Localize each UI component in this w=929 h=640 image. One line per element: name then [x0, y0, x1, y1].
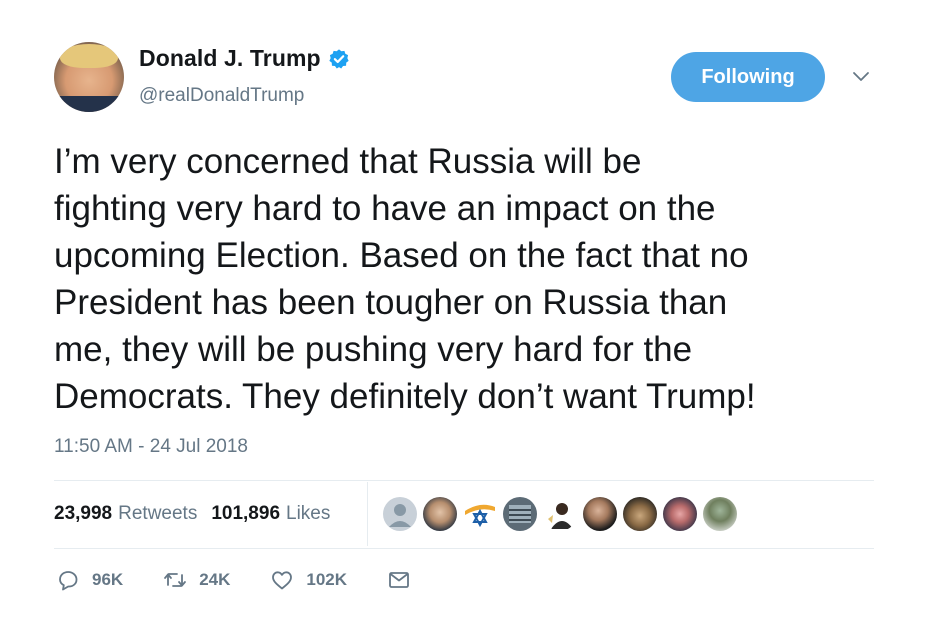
avatar[interactable]	[54, 42, 124, 112]
direct-message-action[interactable]	[387, 568, 411, 592]
likes-label[interactable]: Likes	[286, 503, 330, 525]
tweet-text-line: President has been tougher on Russia tha…	[54, 283, 728, 322]
liker-avatar[interactable]	[543, 497, 577, 531]
retweet-action[interactable]: 24K	[163, 568, 230, 592]
tweet-text-line: fighting very hard to have an impact on …	[54, 189, 716, 228]
tweet-actions: 96K 24K 102K	[56, 568, 451, 592]
heart-icon[interactable]	[270, 568, 294, 592]
liker-avatar[interactable]	[703, 497, 737, 531]
reply-icon[interactable]	[56, 568, 80, 592]
divider-top	[54, 480, 874, 481]
liker-avatar[interactable]	[623, 497, 657, 531]
default-profile-icon	[389, 504, 411, 527]
tweet-text-line: Democrats. They definitely don’t want Tr…	[54, 377, 756, 416]
envelope-icon[interactable]	[387, 568, 411, 592]
reply-count: 96K	[92, 570, 124, 589]
liker-avatar[interactable]	[503, 497, 537, 531]
chevron-down-icon[interactable]	[851, 67, 871, 87]
divider-bottom	[54, 548, 874, 549]
avatar-hair	[60, 44, 118, 68]
tweet-timestamp[interactable]: 11:50 AM - 24 Jul 2018	[54, 436, 248, 458]
retweets-count[interactable]: 23,998	[54, 503, 112, 525]
silhouette-icon	[548, 503, 573, 529]
like-action[interactable]: 102K	[270, 568, 347, 592]
tweet-text-line: me, they will be pushing very hard for t…	[54, 330, 693, 369]
liker-avatar[interactable]	[463, 497, 497, 531]
retweet-count: 24K	[199, 570, 231, 589]
author-display-name[interactable]: Donald J. Trump	[139, 45, 321, 72]
tweet-page: Donald J. Trump @realDonaldTrump Followi…	[0, 0, 929, 640]
likes-count[interactable]: 101,896	[211, 503, 280, 525]
verified-badge-icon	[329, 48, 349, 68]
liker-avatars	[383, 497, 743, 531]
tweet-text-line: upcoming Election. Based on the fact tha…	[54, 236, 749, 275]
tweet-text-line: I’m very concerned that Russia will be	[54, 142, 642, 181]
avatar-suit	[54, 96, 124, 112]
author-handle[interactable]: @realDonaldTrump	[139, 85, 304, 107]
tweet-stats: 23,998 Retweets 101,896 Likes	[54, 503, 330, 525]
liker-avatar[interactable]	[663, 497, 697, 531]
following-button[interactable]: Following	[671, 52, 825, 102]
star-flag-icon	[465, 504, 495, 528]
liker-avatar[interactable]	[383, 497, 417, 531]
building-photo-icon	[509, 505, 531, 523]
reply-action[interactable]: 96K	[56, 568, 123, 592]
retweet-icon[interactable]	[163, 568, 187, 592]
like-count: 102K	[306, 570, 348, 589]
stats-separator	[367, 482, 368, 546]
liker-avatar[interactable]	[423, 497, 457, 531]
liker-avatar[interactable]	[583, 497, 617, 531]
retweets-label[interactable]: Retweets	[118, 503, 197, 525]
tweet-text: I’m very concerned that Russia will be f…	[54, 138, 904, 420]
author-name-row: Donald J. Trump	[139, 45, 350, 72]
